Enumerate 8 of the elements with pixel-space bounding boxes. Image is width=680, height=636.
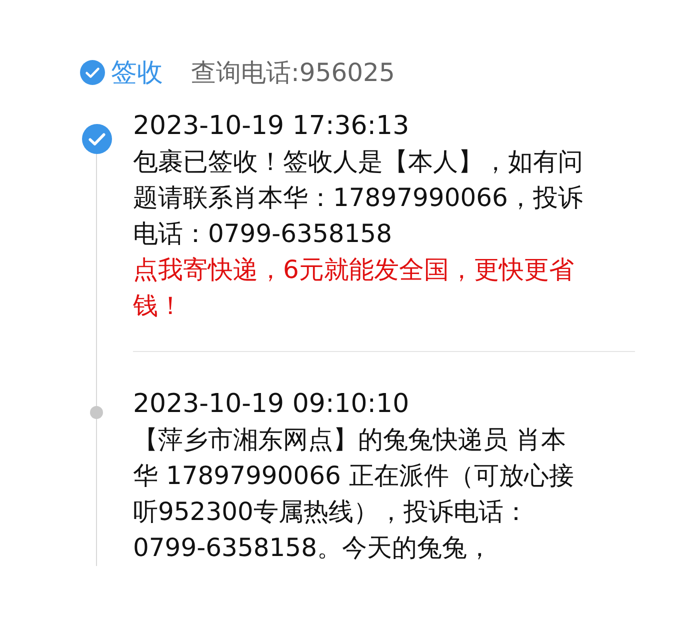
event-description: 【萍乡市湘东网点】的兔兔快递员 肖本华 17897990066 正在派件（可放心接听952300专属热线），投诉电话：0799-6358158。今天的兔兔， [133, 424, 575, 564]
event-description: 包裹已签收！签收人是【本人】，如有问题请联系肖本华：17897990066，投诉电话：0799-6358158 [133, 146, 584, 250]
inquiry-phone: 查询电话:956025 [191, 56, 395, 88]
event-time: 2023-10-19 17:36:13 [133, 110, 410, 143]
check-circle-icon [80, 60, 105, 84]
event-time: 2023-10-19 09:10:10 [133, 388, 410, 421]
promo-link[interactable]: 点我寄快递，6元就能发全国，更快更省钱！ [133, 252, 588, 324]
status-label: 签收 [111, 56, 163, 90]
